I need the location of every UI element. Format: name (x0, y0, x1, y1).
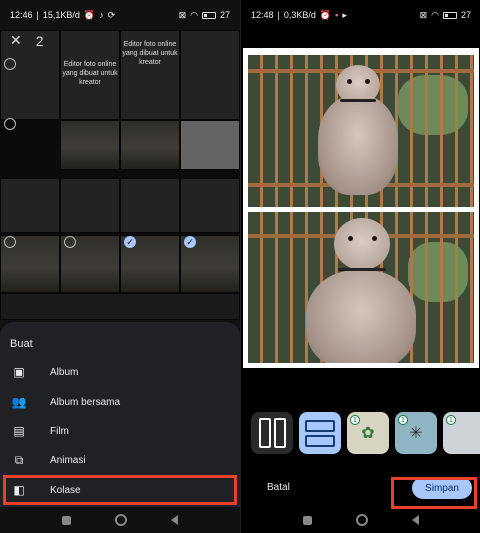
status-time: 12:46 (10, 10, 33, 20)
screen-cast-icon: ⊠ (178, 9, 187, 20)
menu-item-label: Kolase (50, 484, 81, 496)
dove-eye (365, 79, 370, 84)
status-time: 12:48 (251, 10, 274, 20)
animation-icon: ⧉ (14, 452, 24, 467)
battery-level: 27 (460, 10, 471, 20)
menu-item-animation[interactable]: ⧉ Animasi (6, 448, 234, 472)
status-bar: 12:48 | 0,3KB/d ⏰ ▪ ▸ ⊠ ◠ 27 (251, 9, 471, 21)
alarm-icon: ⏰ (83, 9, 96, 20)
dove-head (334, 218, 390, 270)
dove-eye (372, 236, 377, 241)
people-icon: 👥 (11, 395, 27, 409)
selected-check-icon[interactable]: ✓ (124, 236, 136, 248)
battery-icon (442, 11, 457, 19)
cancel-button[interactable]: Batal (267, 482, 290, 493)
ribbon-icon: ✿ (361, 425, 375, 442)
collage-photo-bottom[interactable] (248, 212, 474, 363)
recents-icon[interactable] (62, 515, 71, 525)
selection-count: 2 (35, 32, 44, 49)
select-circle[interactable] (4, 236, 16, 248)
overlay-caption: Editor foto online yang dibuat untuk kre… (62, 61, 118, 86)
layout-template[interactable]: 1 ✳ (395, 412, 437, 454)
dove-eye (347, 79, 352, 84)
home-icon[interactable] (356, 514, 368, 526)
template-badge-icon: 1 (398, 415, 408, 425)
crack-icon: ✳ (409, 425, 423, 442)
dove-neck-ring (338, 268, 386, 271)
dove-eye (348, 236, 353, 241)
system-nav-bar (0, 507, 240, 533)
menu-item-label: Film (50, 425, 69, 437)
save-highlight (391, 477, 477, 509)
left-screen: 12:46 | 15,1KB/d ⏰ ♪ ⟳ ⊠ ◠ 27 Editor foto onlin… (0, 0, 240, 533)
layout-template[interactable]: 1 ✿ (347, 412, 389, 454)
battery-icon (201, 11, 216, 19)
right-screen: 12:48 | 0,3KB/d ⏰ ▪ ▸ ⊠ ◠ 27 1 ✿ 1 ✳ 1 B… (240, 0, 480, 533)
dove-neck-ring (340, 99, 376, 102)
template-badge-icon: 1 (350, 415, 360, 425)
sync-icon: ⟳ (107, 9, 116, 20)
photo-album-icon: ▣ (13, 365, 25, 379)
collage-preview (243, 48, 479, 368)
play-icon: ▸ (342, 9, 347, 20)
menu-item-album[interactable]: ▣ Album (6, 360, 234, 384)
layout-option-side-by-side[interactable] (251, 412, 293, 454)
app-notification-icon: ▪ (335, 10, 339, 20)
menu-item-label: Animasi (50, 454, 86, 466)
back-icon[interactable] (171, 515, 178, 525)
layout-template[interactable]: 1 (443, 412, 480, 454)
system-nav-bar (241, 507, 480, 533)
collage-icon: ◧ (13, 483, 25, 497)
menu-item-movie[interactable]: ▤ Film (6, 419, 234, 443)
scrim (0, 30, 240, 320)
select-circle[interactable] (64, 236, 76, 248)
menu-item-label: Album (50, 366, 79, 378)
wifi-icon: ◠ (431, 9, 439, 20)
status-network: 15,1KB/d (42, 10, 80, 20)
menu-item-collage[interactable]: ◧ Kolase (3, 475, 237, 505)
screen-cast-icon: ⊠ (419, 9, 428, 20)
template-badge-icon: 1 (446, 415, 456, 425)
dove-body (306, 270, 416, 363)
select-circle[interactable] (4, 58, 16, 70)
layout-option-stacked[interactable] (299, 412, 341, 454)
back-icon[interactable] (412, 515, 419, 525)
battery-level: 27 (219, 10, 230, 20)
overlay-caption: Editor foto online yang dibuat untuk kre… (122, 41, 178, 66)
status-bar: 12:46 | 15,1KB/d ⏰ ♪ ⟳ ⊠ ◠ 27 (10, 9, 230, 21)
close-icon[interactable]: ✕ (10, 32, 22, 49)
collage-photo-top[interactable] (248, 55, 474, 207)
tiktok-icon: ♪ (99, 10, 104, 20)
selection-bar: ✕ 2 (10, 32, 44, 49)
home-icon[interactable] (115, 514, 127, 526)
menu-item-shared-album[interactable]: 👥 Album bersama (6, 390, 234, 414)
select-circle[interactable] (4, 118, 16, 130)
status-network: 0,3KB/d (283, 10, 316, 20)
sheet-title: Buat (10, 338, 33, 350)
layout-picker: 1 ✿ 1 ✳ 1 (241, 408, 480, 458)
dove-body (318, 95, 398, 195)
movie-icon: ▤ (13, 424, 25, 438)
wifi-icon: ◠ (190, 9, 198, 20)
selected-check-icon[interactable]: ✓ (184, 236, 196, 248)
recents-icon[interactable] (303, 515, 312, 525)
alarm-icon: ⏰ (319, 9, 332, 20)
menu-item-label: Album bersama (50, 396, 121, 408)
